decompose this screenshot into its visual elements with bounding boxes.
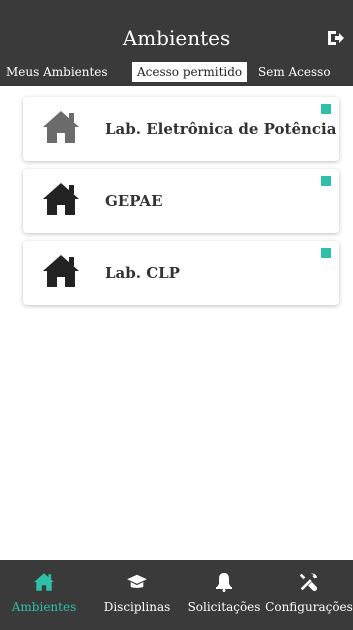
- app-root: Ambientes Meus Ambientes Acesso permitid…: [0, 0, 353, 630]
- tab-sem-acesso[interactable]: Sem Acesso: [254, 63, 335, 81]
- tools-icon: [299, 573, 318, 591]
- nav-label: Ambientes: [11, 600, 77, 614]
- status-indicator: [321, 104, 331, 114]
- environment-card[interactable]: Lab. CLP: [23, 241, 339, 305]
- logout-icon: [328, 31, 344, 45]
- environment-name: Lab. CLP: [105, 264, 180, 282]
- environment-name: GEPAE: [105, 192, 163, 210]
- status-indicator: [321, 176, 331, 186]
- nav-label: Disciplinas: [103, 600, 171, 614]
- graduation-cap-icon: [127, 574, 147, 588]
- header: Ambientes Meus Ambientes Acesso permitid…: [0, 0, 353, 86]
- environment-card[interactable]: Lab. Eletrônica de Potência: [23, 97, 339, 161]
- tab-acesso-permitido[interactable]: Acesso permitido: [132, 62, 248, 82]
- tab-bar: Meus Ambientes Acesso permitido Sem Aces…: [0, 60, 353, 84]
- nav-label: Configurações: [265, 600, 353, 614]
- home-icon: [43, 255, 79, 287]
- nav-ambientes[interactable]: Ambientes: [0, 560, 88, 630]
- environment-card[interactable]: GEPAE: [23, 169, 339, 233]
- home-icon: [43, 183, 79, 215]
- nav-configuracoes[interactable]: Configurações: [265, 560, 353, 630]
- environment-list: Lab. Eletrônica de Potência GEPAE Lab. C…: [23, 97, 339, 313]
- home-icon: [43, 111, 79, 143]
- tab-meus-ambientes[interactable]: Meus Ambientes: [2, 63, 112, 81]
- logout-button[interactable]: [325, 28, 347, 48]
- nav-solicitacoes[interactable]: Solicitações: [180, 560, 268, 630]
- page-title: Ambientes: [122, 26, 231, 50]
- home-icon: [34, 573, 54, 591]
- status-indicator: [321, 248, 331, 258]
- nav-disciplinas[interactable]: Disciplinas: [93, 560, 181, 630]
- environment-name: Lab. Eletrônica de Potência: [105, 120, 337, 138]
- bell-icon: [216, 573, 232, 592]
- bottom-nav: Ambientes Disciplinas Solicitações Confi…: [0, 560, 353, 630]
